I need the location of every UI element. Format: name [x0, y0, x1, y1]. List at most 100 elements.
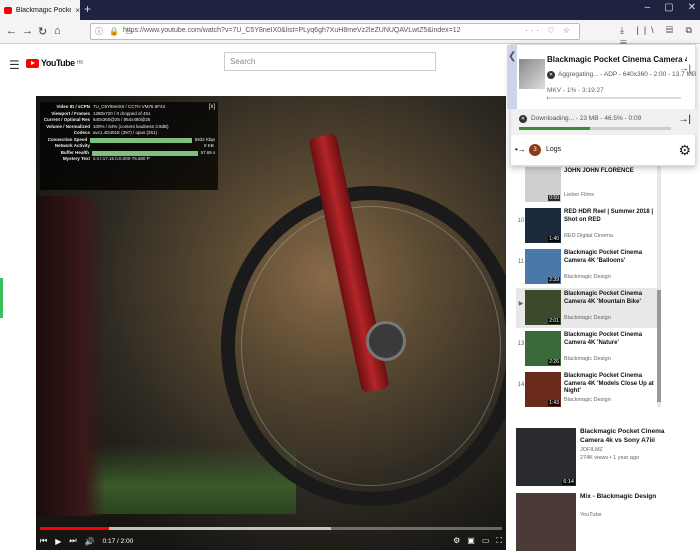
- gear-icon[interactable]: ⚙: [678, 142, 691, 159]
- playlist-channel[interactable]: Blackmagic Design: [564, 356, 611, 362]
- site-info-icon[interactable]: ⓘ 🔒 ▭: [95, 26, 135, 37]
- playlist-channel[interactable]: Lieber Films: [564, 192, 594, 198]
- fullscreen-icon[interactable]: ⛶: [496, 536, 502, 546]
- playlist-channel[interactable]: Blackmagic Design: [564, 274, 611, 280]
- playlist-item[interactable]: 13 2:26 Blackmagic Pocket Cinema Camera 4K…: [516, 329, 660, 369]
- time-display: 0:17 / 2:00: [102, 537, 134, 545]
- download-more-icon[interactable]: →|: [680, 63, 691, 73]
- previous-icon[interactable]: ⏮: [40, 536, 47, 546]
- download-progress-fill: [519, 127, 590, 130]
- stats-graph: [90, 137, 192, 143]
- download-progress: [519, 127, 671, 130]
- youtube-play-logo-icon: [26, 58, 39, 68]
- stats-rows: Video ID / sCPN 7U_C5Y8neIX0 / CCTH VM76 …: [43, 104, 215, 163]
- stop-aggregate-icon[interactable]: ✕: [547, 71, 555, 79]
- downloading-status: Downloading... - 23 MB - 46.5% - 0:09: [531, 115, 642, 122]
- volume-icon[interactable]: 🔊: [85, 537, 95, 546]
- playlist-thumbnail[interactable]: 1:43: [525, 372, 561, 407]
- recommended-thumbnail[interactable]: 6:14: [516, 428, 576, 486]
- page-actions-icon[interactable]: ··· ♡ ☆: [525, 26, 573, 35]
- new-tab-button[interactable]: +: [84, 2, 91, 16]
- recommended-meta: 274K views • 1 year ago: [580, 455, 640, 461]
- playlist-item[interactable]: 10 1:40 RED HDR Reel | Summer 2018 | Shot …: [516, 206, 660, 246]
- playlist-thumbnail[interactable]: 2:26: [525, 331, 561, 366]
- youtube-favicon-icon: [4, 6, 12, 14]
- reload-icon[interactable]: ↻: [38, 25, 47, 38]
- stats-value: s:4 t:17.15 b:0.000-75.600 P: [93, 156, 150, 161]
- recommended-thumbnail[interactable]: [516, 493, 576, 551]
- playlist-scrollbar[interactable]: [657, 165, 661, 407]
- playlist-item[interactable]: ▶ 2:01 Blackmagic Pocket Cinema Camera 4K …: [516, 288, 660, 328]
- playlist-thumbnail[interactable]: 2:01: [525, 290, 561, 325]
- theater-mode-icon[interactable]: ▭: [482, 536, 490, 546]
- download-open-icon[interactable]: →|: [678, 114, 691, 125]
- tab-close-icon[interactable]: ×: [75, 6, 80, 15]
- playlist-channel[interactable]: Blackmagic Design: [564, 315, 611, 321]
- minimize-icon[interactable]: –: [645, 2, 651, 13]
- download-footer: •→ 3 Logs ⚙: [511, 135, 697, 167]
- download-panel: ❮ Blackmagic Pocket Cinema Camera 4K '..…: [507, 44, 697, 167]
- playlist-channel[interactable]: RED Digital Cinema: [564, 233, 613, 239]
- recommended-video[interactable]: 6:14 Blackmagic Pocket Cinema Camera 4k v…: [516, 428, 696, 488]
- expand-icon[interactable]: •→: [515, 145, 526, 154]
- playlist-title[interactable]: Blackmagic Pocket Cinema Camera 4K 'Moun…: [564, 291, 658, 306]
- playlist-duration: 1:43: [548, 400, 560, 406]
- tab-title: Blackmagic Pocket Cinema C: [15, 6, 72, 14]
- playlist-title[interactable]: RED HDR Reel | Summer 2018 | Shot on RED: [564, 209, 658, 224]
- settings-icon[interactable]: ⚙: [453, 536, 460, 546]
- stats-close-icon[interactable]: [x]: [209, 104, 215, 111]
- maximize-icon[interactable]: ▢: [664, 2, 673, 13]
- download-side-tab[interactable]: ❮: [507, 45, 517, 109]
- mkv-progress-fill: [547, 97, 549, 99]
- url-bar[interactable]: ⓘ 🔒 ▭ https://www.youtube.com/watch?v=7U…: [90, 23, 580, 40]
- aggregating-status: Aggregating... - ADP - 640x360 - 2:00 - …: [558, 71, 697, 78]
- miniplayer-icon[interactable]: ▣: [467, 536, 475, 546]
- playlist-thumbnail[interactable]: 0:50: [525, 167, 561, 202]
- close-window-icon[interactable]: ✕: [688, 2, 696, 13]
- recommended-video[interactable]: Mix - Blackmagic Design YouTube: [516, 493, 696, 553]
- playlist-thumbnail[interactable]: 2:39: [525, 249, 561, 284]
- playlist-duration: 2:01: [548, 318, 560, 324]
- play-icon[interactable]: ▶: [55, 537, 61, 546]
- playlist-title[interactable]: JOHN JOHN FLORENCE: [564, 168, 658, 176]
- playlist-duration: 0:50: [548, 195, 560, 201]
- video-progress-bar[interactable]: [40, 527, 502, 530]
- hamburger-menu-icon[interactable]: ☰: [9, 58, 20, 72]
- playlist-channel[interactable]: Blackmagic Design: [564, 397, 611, 403]
- collapse-arrow-icon: ❮: [508, 51, 517, 62]
- stop-download-icon[interactable]: ✕: [519, 115, 527, 123]
- browser-tab[interactable]: Blackmagic Pocket Cinema C ×: [0, 0, 80, 20]
- stats-graph: [91, 150, 198, 156]
- search-input[interactable]: Search: [224, 52, 436, 71]
- playlist-item[interactable]: 14 1:43 Blackmagic Pocket Cinema Camera 4K…: [516, 370, 660, 410]
- playlist-title[interactable]: Blackmagic Pocket Cinema Camera 4K 'Ball…: [564, 250, 658, 265]
- progress-played: [40, 527, 110, 530]
- logs-button[interactable]: Logs: [546, 146, 561, 153]
- recommended-duration: 6:14: [562, 479, 575, 485]
- player-controls: ⏮ ▶ ⏭ 🔊 0:17 / 2:00 ⚙ ▣ ▭ ⛶: [40, 533, 502, 549]
- next-icon[interactable]: ⏭: [69, 536, 76, 546]
- playlist-item[interactable]: 0:50 JOHN JOHN FLORENCE Lieber Films: [516, 165, 660, 205]
- playlist-thumbnail[interactable]: 1:40: [525, 208, 561, 243]
- video-wheel-hub: [366, 321, 406, 361]
- recommended-title[interactable]: Mix - Blackmagic Design: [580, 493, 690, 502]
- recommended-channel[interactable]: YouTube: [580, 512, 602, 518]
- browser-tab-bar: Blackmagic Pocket Cinema C × + – ▢ ✕: [0, 0, 700, 20]
- logs-count-badge: 3: [529, 144, 541, 156]
- playlist-title[interactable]: Blackmagic Pocket Cinema Camera 4K 'Mode…: [564, 373, 658, 396]
- stats-value: avc1.4D401E (397) / opus (251): [93, 130, 158, 135]
- playlist-title[interactable]: Blackmagic Pocket Cinema Camera 4K 'Natu…: [564, 332, 658, 347]
- playlist-item[interactable]: 11 2:39 Blackmagic Pocket Cinema Camera 4K…: [516, 247, 660, 287]
- forward-icon[interactable]: →: [22, 25, 33, 37]
- playlist-duration: 2:39: [548, 277, 560, 283]
- youtube-logo[interactable]: YouTube HK: [26, 58, 84, 68]
- home-icon[interactable]: ⌂: [54, 25, 61, 37]
- url-text: https://www.youtube.com/watch?v=7U_C5Y8n…: [123, 27, 461, 34]
- download-title: Blackmagic Pocket Cinema Camera 4K '...: [547, 55, 687, 64]
- recommended-channel[interactable]: JOFILMZ: [580, 447, 603, 453]
- playlist-duration: 2:26: [548, 359, 560, 365]
- back-icon[interactable]: ←: [6, 25, 17, 37]
- playlist-scroll-thumb[interactable]: [657, 290, 661, 402]
- stats-for-nerds-panel: [x] Video ID / sCPN 7U_C5Y8neIX0 / CCTH V…: [40, 102, 218, 190]
- recommended-title[interactable]: Blackmagic Pocket Cinema Camera 4k vs So…: [580, 428, 690, 445]
